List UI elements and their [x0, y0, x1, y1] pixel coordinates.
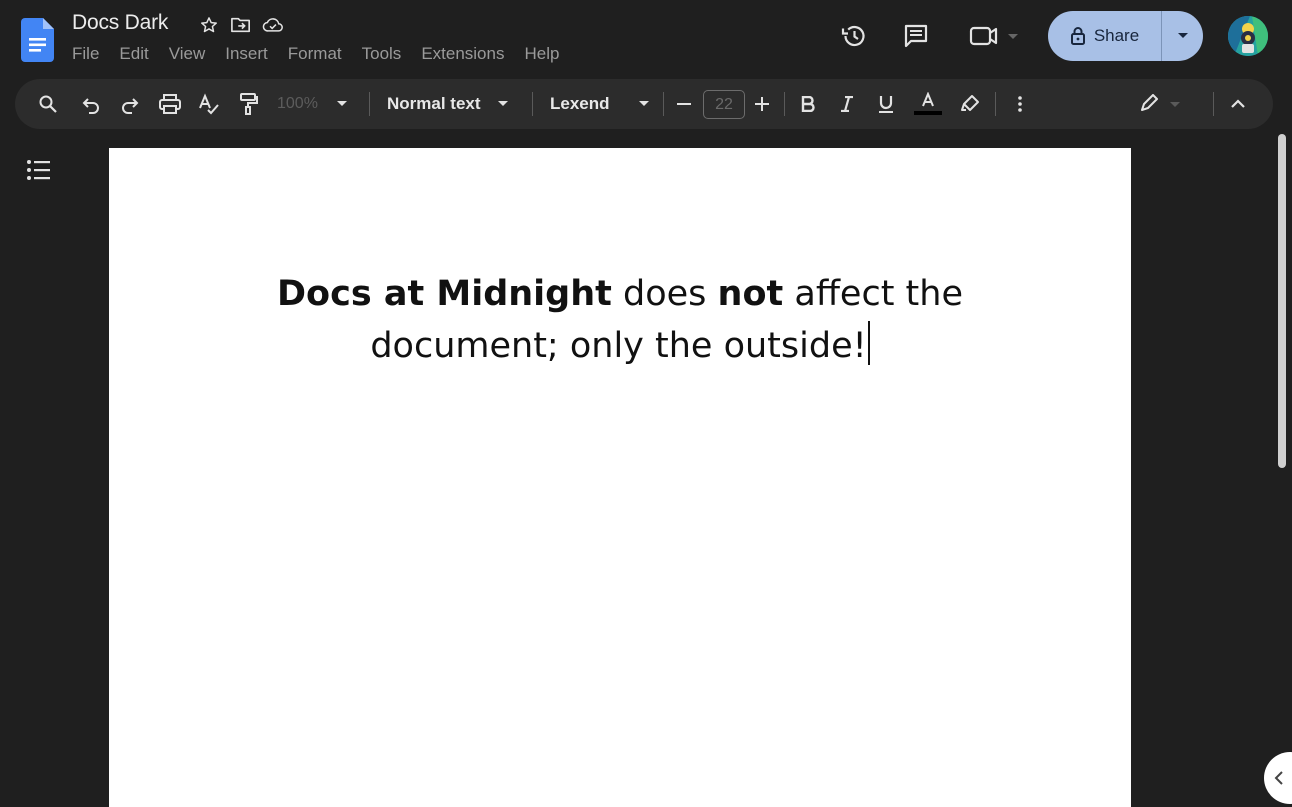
comments-icon[interactable]: [900, 20, 932, 52]
document-line-1: Docs at Midnight does not affect the: [0, 268, 1240, 320]
bold-icon[interactable]: [797, 79, 819, 129]
menu-view[interactable]: View: [169, 44, 206, 64]
bold-text: Docs at Midnight: [276, 274, 612, 314]
avatar[interactable]: [1228, 16, 1268, 56]
font-value: Lexend: [550, 94, 610, 113]
version-history-icon[interactable]: [838, 20, 870, 52]
pencil-icon: [1141, 94, 1180, 111]
document-title[interactable]: Docs Dark: [72, 11, 168, 35]
style-caret-icon: [497, 101, 508, 106]
share-label: Share: [1093, 26, 1140, 45]
decrease-font-size-icon[interactable]: [674, 79, 694, 129]
zoom-value: 100%: [277, 95, 318, 112]
side-panel-toggle[interactable]: [1264, 752, 1292, 804]
document-outline-icon[interactable]: [26, 159, 52, 181]
undo-icon[interactable]: [78, 79, 104, 129]
menu-insert[interactable]: Insert: [225, 44, 268, 64]
toolbar-divider: [1213, 92, 1214, 116]
print-icon[interactable]: [157, 79, 183, 129]
document-body[interactable]: Docs at Midnight does not affect the doc…: [0, 268, 1240, 372]
chevron-left-icon: [1274, 771, 1283, 785]
search-menus-icon[interactable]: [35, 79, 61, 129]
toolbar: 100% Normal text Lexend 22: [15, 79, 1273, 129]
toolbar-divider: [995, 92, 996, 116]
share-main[interactable]: Share: [1048, 11, 1161, 61]
text-cursor: [867, 321, 870, 365]
toolbar-divider: [784, 92, 785, 116]
menubar: File Edit View Insert Format Tools Exten…: [72, 44, 579, 64]
body-text: affect the: [783, 274, 964, 314]
menu-extensions[interactable]: Extensions: [421, 44, 504, 64]
title-actions: [198, 14, 284, 36]
meet-button[interactable]: [966, 20, 1024, 52]
menu-edit[interactable]: Edit: [119, 44, 148, 64]
paint-format-icon[interactable]: [236, 79, 262, 129]
spellcheck-icon[interactable]: [196, 79, 222, 129]
vertical-scrollbar[interactable]: [1278, 134, 1286, 468]
body-text: document; only the outside!: [370, 326, 867, 366]
toolbar-divider: [532, 92, 533, 116]
italic-icon[interactable]: [836, 79, 858, 129]
highlight-color-icon[interactable]: [959, 79, 981, 129]
text-color-icon[interactable]: [913, 79, 943, 129]
toolbar-divider: [663, 92, 664, 116]
editing-mode-button[interactable]: [1137, 79, 1187, 129]
share-button[interactable]: Share: [1048, 11, 1203, 61]
menu-file[interactable]: File: [72, 44, 99, 64]
more-options-icon[interactable]: [1009, 79, 1031, 129]
paragraph-style-value: Normal text: [387, 94, 481, 113]
menu-format[interactable]: Format: [288, 44, 342, 64]
share-dropdown[interactable]: [1162, 11, 1203, 61]
lock-icon: [1070, 26, 1086, 46]
paragraph-style-select[interactable]: Normal text: [387, 79, 517, 129]
underline-icon[interactable]: [875, 79, 897, 129]
docs-logo-icon[interactable]: [21, 18, 54, 62]
move-folder-icon[interactable]: [230, 14, 252, 36]
zoom-select[interactable]: 100%: [277, 79, 367, 129]
menu-help[interactable]: Help: [524, 44, 559, 64]
document-page[interactable]: [109, 148, 1131, 807]
font-size-input[interactable]: 22: [703, 90, 745, 119]
zoom-caret-icon: [336, 101, 347, 106]
font-select[interactable]: Lexend: [550, 79, 660, 129]
document-line-2: document; only the outside!: [0, 320, 1240, 372]
increase-font-size-icon[interactable]: [752, 79, 772, 129]
bold-text: not: [717, 274, 784, 314]
caret-down-icon: [1177, 33, 1188, 38]
hide-menus-icon[interactable]: [1227, 79, 1249, 129]
menu-tools[interactable]: Tools: [362, 44, 402, 64]
toolbar-divider: [369, 92, 370, 116]
font-caret-icon: [638, 101, 649, 106]
body-text: does: [611, 274, 718, 314]
star-icon[interactable]: [198, 14, 220, 36]
cloud-saved-icon[interactable]: [262, 14, 284, 36]
redo-icon[interactable]: [117, 79, 143, 129]
